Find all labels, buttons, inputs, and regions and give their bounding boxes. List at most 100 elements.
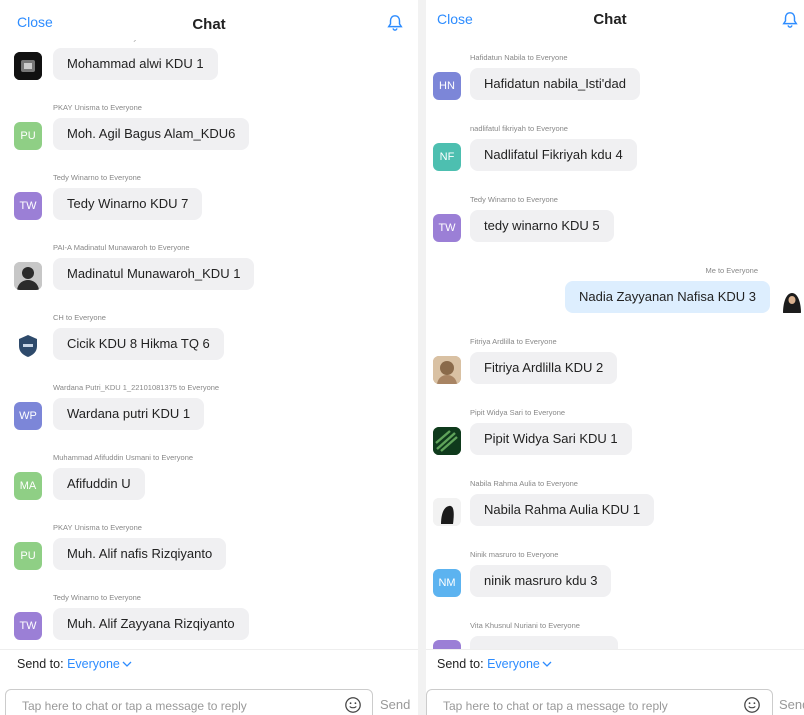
avatar: PU <box>14 122 42 150</box>
chat-message[interactable]: Me to Everyone Nadia Zayyanan Nafisa KDU … <box>426 266 804 337</box>
avatar: TW <box>433 214 461 242</box>
chat-panel-left: Close Chat Mohammad alwi to EveryoneMoha… <box>0 0 418 715</box>
chat-message[interactable]: CH to Everyone Cicik KDU 8 Hikma TQ 6 <box>0 313 418 383</box>
chat-input-placeholder: Tap here to chat or tap a message to rep… <box>443 699 668 713</box>
chat-message[interactable]: Fitriya Ardlilla to Everyone Fitriya Ardl… <box>426 337 804 408</box>
message-sender: Me to Everyone <box>705 266 758 275</box>
emoji-icon[interactable] <box>344 696 362 714</box>
chat-message[interactable]: Tedy Winarno to Everyone TW tedy winarno K… <box>426 195 804 266</box>
message-bubble[interactable]: ninik masruro kdu 3 <box>470 565 612 597</box>
message-sender: Pipit Widya Sari to Everyone <box>470 408 566 417</box>
avatar: HN <box>433 72 461 100</box>
message-sender: CH to Everyone <box>53 313 106 322</box>
message-bubble[interactable]: Pipit Widya Sari KDU 1 <box>470 423 632 455</box>
avatar-initials: NF <box>439 151 455 163</box>
message-list[interactable]: Mohammad alwi to Everyone Mohammad alwi K… <box>0 40 418 649</box>
message-bubble[interactable]: Muh. Alif Zayyana Rizqiyanto <box>53 608 249 640</box>
send-to-selector[interactable]: Everyone <box>487 657 552 671</box>
message-bubble[interactable]: Hafidatun nabila_Isti'dad <box>470 68 640 100</box>
avatar: NF <box>433 143 461 171</box>
chat-message[interactable]: Vita Khusnul Nuriani to Everyone <box>426 621 804 649</box>
message-bubble[interactable]: Mohammad alwi KDU 1 <box>53 48 218 80</box>
send-button[interactable]: Send <box>779 697 804 712</box>
chat-message[interactable]: Nabila Rahma Aulia to Everyone Nabila Rah… <box>426 479 804 550</box>
message-bubble[interactable]: Madinatul Munawaroh_KDU 1 <box>53 258 255 290</box>
divider <box>0 649 418 650</box>
message-sender: nadlifatul fikriyah to Everyone <box>470 124 568 133</box>
avatar-initials: PU <box>20 550 36 562</box>
chat-input-placeholder: Tap here to chat or tap a message to rep… <box>22 699 247 713</box>
avatar: TW <box>14 612 42 640</box>
message-sender: Muhammad Afifuddin Usmani to Everyone <box>53 453 194 462</box>
avatar-initials: NM <box>438 577 456 589</box>
message-bubble[interactable]: Nadlifatul Fikriyah kdu 4 <box>470 139 637 171</box>
emoji-icon[interactable] <box>743 696 761 714</box>
message-sender: Tedy Winarno to Everyone <box>470 195 558 204</box>
message-sender: PKAY Unisma to Everyone <box>53 103 142 112</box>
send-button[interactable]: Send <box>380 697 410 712</box>
message-sender: Vita Khusnul Nuriani to Everyone <box>470 621 580 630</box>
message-bubble[interactable]: Nadia Zayyanan Nafisa KDU 3 <box>564 281 770 313</box>
avatar-initials: PU <box>20 130 36 142</box>
chat-message[interactable]: Wardana Putri_KDU 1_22101081375 to Every… <box>0 383 418 453</box>
chat-message[interactable]: Ninik masruro to Everyone NM ninik masruro… <box>426 550 804 621</box>
message-bubble[interactable]: Afifuddin U <box>53 468 145 500</box>
message-bubble[interactable]: Cicik KDU 8 Hikma TQ 6 <box>53 328 224 360</box>
message-bubble[interactable]: Moh. Agil Bagus Alam_KDU6 <box>53 118 250 150</box>
bell-icon[interactable] <box>386 14 404 32</box>
avatar-initials: HN <box>439 80 455 92</box>
divider <box>426 649 804 650</box>
message-bubble[interactable]: Wardana putri KDU 1 <box>53 398 205 430</box>
avatar: NM <box>433 569 461 597</box>
avatar: MA <box>14 472 42 500</box>
chat-message[interactable]: nadlifatul fikriyah to Everyone NF Nadlifa… <box>426 124 804 195</box>
avatar <box>14 332 42 360</box>
message-sender: Wardana Putri_KDU 1_22101081375 to Every… <box>53 383 220 392</box>
chevron-down-icon <box>542 661 552 667</box>
chat-message[interactable]: PKAY Unisma to Everyone PU Moh. Agil Bagus… <box>0 103 418 173</box>
message-sender: Ninik masruro to Everyone <box>470 550 559 559</box>
message-list[interactable]: Hafidatun Nabila to Everyone HN Hafidatun … <box>426 40 804 649</box>
message-bubble[interactable]: Fitriya Ardlilla KDU 2 <box>470 352 618 384</box>
chat-message[interactable]: Muhammad Afifuddin Usmani to Everyone MA A… <box>0 453 418 523</box>
message-sender: Hafidatun Nabila to Everyone <box>470 53 568 62</box>
send-to: Send to: Everyone <box>437 657 552 671</box>
chat-message[interactable]: Mohammad alwi to Everyone Mohammad alwi K… <box>0 40 418 103</box>
avatar: TW <box>14 192 42 220</box>
send-to: Send to: Everyone <box>17 657 132 671</box>
avatar-initials: TW <box>19 620 37 632</box>
message-bubble[interactable] <box>470 636 618 649</box>
chat-message[interactable]: Hafidatun Nabila to Everyone HN Hafidatun … <box>426 53 804 124</box>
message-bubble[interactable]: Muh. Alif nafis Rizqiyanto <box>53 538 227 570</box>
avatar <box>14 262 42 290</box>
bell-icon[interactable] <box>781 11 799 29</box>
avatar-initials: TW <box>19 200 37 212</box>
avatar <box>433 498 461 526</box>
message-sender: Fitriya Ardlilla to Everyone <box>470 337 557 346</box>
chat-input[interactable]: Tap here to chat or tap a message to rep… <box>5 689 373 715</box>
avatar <box>433 427 461 455</box>
avatar <box>433 640 461 649</box>
message-sender: PKAY Unisma to Everyone <box>53 523 142 532</box>
message-sender: Tedy Winarno to Everyone <box>53 173 141 182</box>
chat-message[interactable]: PKAY Unisma to Everyone PU Muh. Alif nafis… <box>0 523 418 593</box>
message-sender: PAI-A Madinatul Munawaroh to Everyone <box>53 243 190 252</box>
message-bubble[interactable]: Tedy Winarno KDU 7 <box>53 188 203 220</box>
message-bubble[interactable]: Nabila Rahma Aulia KDU 1 <box>470 494 655 526</box>
avatar <box>433 356 461 384</box>
avatar <box>14 52 42 80</box>
avatar-initials: TW <box>438 222 456 234</box>
chat-message[interactable]: PAI-A Madinatul Munawaroh to Everyone Mad… <box>0 243 418 313</box>
chat-message[interactable]: Tedy Winarno to Everyone TW Muh. Alif Zayy… <box>0 593 418 649</box>
chat-message[interactable]: Pipit Widya Sari to Everyone Pipit Widya … <box>426 408 804 479</box>
chat-input[interactable]: Tap here to chat or tap a message to rep… <box>426 689 773 715</box>
send-to-selector[interactable]: Everyone <box>67 657 132 671</box>
message-sender: Nabila Rahma Aulia to Everyone <box>470 479 578 488</box>
message-sender: Mohammad alwi to Everyone <box>53 40 150 42</box>
chat-header: Close Chat <box>0 0 418 40</box>
chat-header: Close Chat <box>426 0 804 40</box>
chat-title: Chat <box>192 16 226 33</box>
avatar: PU <box>14 542 42 570</box>
chat-message[interactable]: Tedy Winarno to Everyone TW Tedy Winarno K… <box>0 173 418 243</box>
message-bubble[interactable]: tedy winarno KDU 5 <box>470 210 614 242</box>
